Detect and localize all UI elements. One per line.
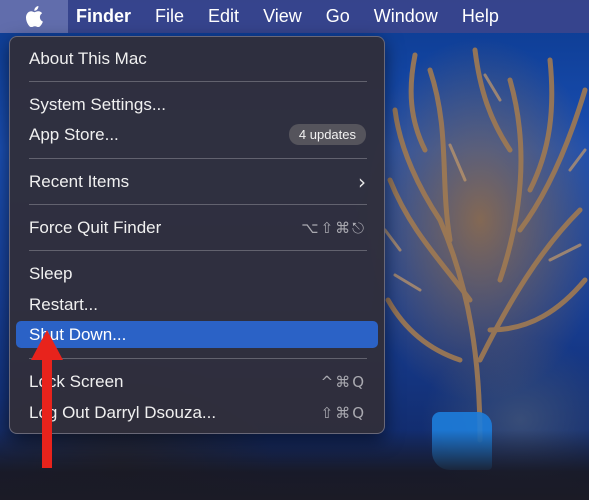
- menubar-help[interactable]: Help: [450, 0, 511, 33]
- menu-item-sleep[interactable]: Sleep: [16, 260, 378, 287]
- updates-badge: 4 updates: [288, 124, 366, 145]
- keyboard-shortcut: ^⌘Q: [320, 372, 366, 391]
- menu-separator: [29, 81, 367, 82]
- menu-item-shut-down[interactable]: Shut Down...: [16, 321, 378, 348]
- menubar-file[interactable]: File: [143, 0, 196, 33]
- menu-item-label: Sleep: [29, 263, 73, 283]
- wallpaper-reef-bottom: [0, 430, 589, 500]
- menu-item-label: Lock Screen: [29, 371, 124, 391]
- menu-item-log-out[interactable]: Log Out Darryl Dsouza... ⇧⌘Q: [16, 399, 378, 426]
- keyboard-shortcut: ⇧⌘Q: [320, 403, 366, 422]
- menu-item-recent-items[interactable]: Recent Items ›: [16, 168, 378, 195]
- menu-item-label: About This Mac: [29, 48, 147, 68]
- menubar-app-name[interactable]: Finder: [68, 0, 143, 33]
- menubar-edit[interactable]: Edit: [196, 0, 251, 33]
- menu-bar: Finder File Edit View Go Window Help: [0, 0, 589, 33]
- menu-item-force-quit[interactable]: Force Quit Finder ⌥⇧⌘⎋: [16, 214, 378, 241]
- chevron-right-icon: ›: [358, 169, 366, 194]
- menu-item-app-store[interactable]: App Store... 4 updates: [16, 121, 378, 148]
- apple-menu-button[interactable]: [0, 0, 68, 33]
- menubar-go[interactable]: Go: [314, 0, 362, 33]
- apple-icon: [26, 6, 43, 27]
- menu-separator: [29, 204, 367, 205]
- menu-item-lock-screen[interactable]: Lock Screen ^⌘Q: [16, 368, 378, 395]
- coral-image: [383, 47, 588, 443]
- apple-dropdown-menu: About This Mac System Settings... App St…: [9, 36, 385, 434]
- menu-separator: [29, 358, 367, 359]
- menu-item-label: Log Out Darryl Dsouza...: [29, 402, 217, 422]
- menu-item-label: Restart...: [29, 294, 98, 314]
- menu-item-label: Shut Down...: [29, 324, 127, 344]
- menubar-window[interactable]: Window: [362, 0, 450, 33]
- menu-item-label: System Settings...: [29, 94, 166, 114]
- annotation-arrow-icon: [31, 330, 63, 468]
- menu-item-label: App Store...: [29, 124, 119, 144]
- menu-separator: [29, 250, 367, 251]
- menu-item-system-settings[interactable]: System Settings...: [16, 91, 378, 118]
- menu-item-label: Force Quit Finder: [29, 217, 162, 237]
- menu-separator: [29, 158, 367, 159]
- menu-item-label: Recent Items: [29, 171, 130, 191]
- menubar-view[interactable]: View: [251, 0, 314, 33]
- keyboard-shortcut: ⌥⇧⌘⎋: [301, 218, 366, 237]
- menu-item-restart[interactable]: Restart...: [16, 291, 378, 318]
- menu-item-about[interactable]: About This Mac: [16, 45, 378, 72]
